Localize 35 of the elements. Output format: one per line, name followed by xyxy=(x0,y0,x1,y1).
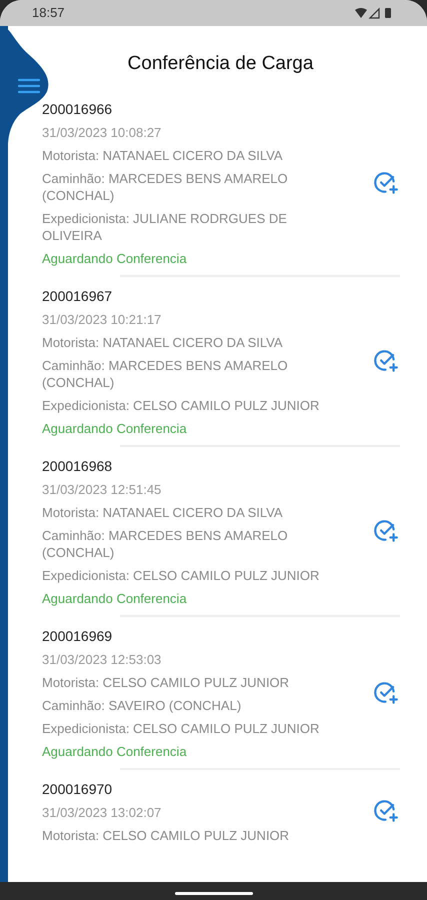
load-status: Aguardando Conferencia xyxy=(42,590,188,607)
load-number: 200016966 xyxy=(42,100,114,118)
load-detail: Expedicionista: JULIANE RODRGUES DE OLIVEIRA xyxy=(42,210,288,244)
load-detail: Caminhão: SAVEIRO (CONCHAL) xyxy=(42,697,242,714)
load-number: 200016970 xyxy=(42,780,114,798)
load-detail: Motorista: NATANAEL CICERO DA SILVA xyxy=(42,147,284,164)
load-status: Aguardando Conferencia xyxy=(42,743,188,760)
status-time: 18:57 xyxy=(32,4,65,22)
load-number: 200016968 xyxy=(42,457,114,475)
load-status: Aguardando Conferencia xyxy=(42,420,188,437)
check-plus-icon[interactable] xyxy=(373,680,399,706)
load-detail: Expedicionista: CELSO CAMILO PULZ JUNIOR xyxy=(42,720,320,737)
load-number: 200016967 xyxy=(42,287,114,305)
load-detail: Caminhão: MARCEDES BENS AMARELO (CONCHAL) xyxy=(42,357,289,391)
load-date: 31/03/2023 12:51:45 xyxy=(42,481,162,498)
check-plus-icon[interactable] xyxy=(373,348,399,374)
load-number: 200016969 xyxy=(42,627,114,645)
load-date: 31/03/2023 10:21:17 xyxy=(42,311,162,328)
load-status: Aguardando Conferencia xyxy=(42,250,188,267)
load-date: 31/03/2023 10:08:27 xyxy=(42,124,162,141)
page-title: Conferência de Carga xyxy=(126,52,314,76)
load-detail: Expedicionista: CELSO CAMILO PULZ JUNIOR xyxy=(42,567,320,584)
load-detail: Expedicionista: CELSO CAMILO PULZ JUNIOR xyxy=(42,397,320,414)
load-detail: Caminhão: MARCEDES BENS AMARELO (CONCHAL) xyxy=(42,527,289,561)
menu-icon[interactable] xyxy=(18,78,40,94)
check-plus-icon[interactable] xyxy=(373,798,399,824)
load-detail: Motorista: NATANAEL CICERO DA SILVA xyxy=(42,334,284,351)
check-plus-icon[interactable] xyxy=(373,170,399,196)
load-date: 31/03/2023 13:02:07 xyxy=(42,804,162,821)
load-detail: Caminhão: MARCEDES BENS AMARELO (CONCHAL) xyxy=(42,170,289,204)
load-date: 31/03/2023 12:53:03 xyxy=(42,651,162,668)
load-detail: Motorista: NATANAEL CICERO DA SILVA xyxy=(42,504,284,521)
load-detail: Motorista: CELSO CAMILO PULZ JUNIOR xyxy=(42,674,290,691)
load-detail: Motorista: CELSO CAMILO PULZ JUNIOR xyxy=(42,827,290,844)
check-plus-icon[interactable] xyxy=(373,518,399,544)
